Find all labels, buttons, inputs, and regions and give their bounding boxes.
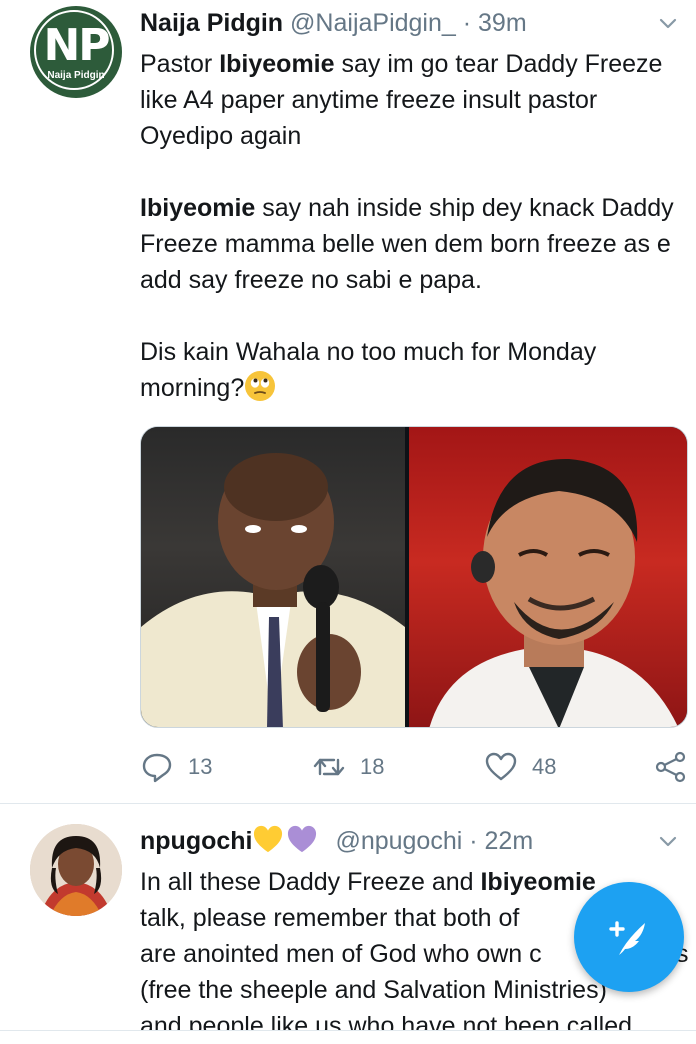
like-button[interactable]: 48	[484, 750, 556, 784]
display-name[interactable]: npugochi	[140, 827, 252, 855]
avatar-logo-caption: Naija Pidgin	[47, 70, 105, 81]
chevron-down-icon[interactable]	[658, 14, 678, 34]
image-right-daddy-freeze	[409, 427, 687, 727]
chevron-down-icon[interactable]	[658, 832, 678, 852]
share-icon	[655, 751, 686, 783]
heart-icon	[485, 752, 517, 781]
tweet-header: npugochi @npugochi · 22m	[140, 824, 533, 858]
paragraph: Pastor Ibiyeomie say im go tear Daddy Fr…	[140, 50, 663, 150]
reply-button[interactable]: 13	[140, 750, 212, 784]
reply-icon	[142, 753, 172, 783]
image-left-pastor	[141, 427, 405, 727]
purple-heart-icon	[288, 825, 317, 853]
retweet-count: 18	[360, 754, 385, 779]
mention-ibiyeomie: Ibiyeomie	[219, 50, 335, 78]
tweet-naija-pidgin[interactable]: NP Naija Pidgin Naija Pidgin @NaijaPidgi…	[0, 0, 696, 800]
avatar[interactable]: NP Naija Pidgin	[30, 6, 122, 98]
paragraph: Dis kain Wahala no too much for Monday m…	[140, 338, 597, 402]
face-with-rolling-eyes-icon	[245, 371, 276, 401]
paragraph: Ibiyeomie say nah inside ship dey knack …	[140, 194, 674, 294]
mention-ibiyeomie: Ibiyeomie	[140, 194, 256, 222]
yellow-heart-icon	[254, 825, 283, 853]
timestamp[interactable]: 39m	[478, 9, 527, 37]
separator: ·	[469, 827, 478, 855]
handle[interactable]: @NaijaPidgin_	[290, 9, 456, 37]
mention-ibiyeomie: Ibiyeomie	[480, 868, 596, 896]
bottom-divider	[0, 1030, 696, 1031]
tweet-header: Naija Pidgin @NaijaPidgin_ · 39m	[140, 6, 527, 40]
retweet-icon	[313, 758, 345, 776]
display-name[interactable]: Naija Pidgin	[140, 9, 283, 37]
tweet-actions: 13 18 48	[140, 750, 690, 784]
separator: ·	[462, 9, 472, 37]
avatar-logo-letters: NP	[43, 20, 110, 71]
reply-count: 13	[188, 754, 213, 779]
handle[interactable]: @npugochi	[335, 827, 462, 855]
retweet-button[interactable]: 18	[312, 750, 384, 784]
timestamp[interactable]: 22m	[485, 827, 534, 855]
compose-feather-plus-icon	[609, 921, 645, 955]
tweet-image[interactable]	[140, 426, 688, 728]
avatar[interactable]	[30, 824, 122, 916]
bottom-edge	[0, 1030, 696, 1042]
tweet-text: Pastor Ibiyeomie say im go tear Daddy Fr…	[140, 46, 680, 406]
like-count: 48	[532, 754, 557, 779]
share-button[interactable]	[654, 750, 688, 784]
compose-tweet-button[interactable]	[574, 882, 684, 992]
